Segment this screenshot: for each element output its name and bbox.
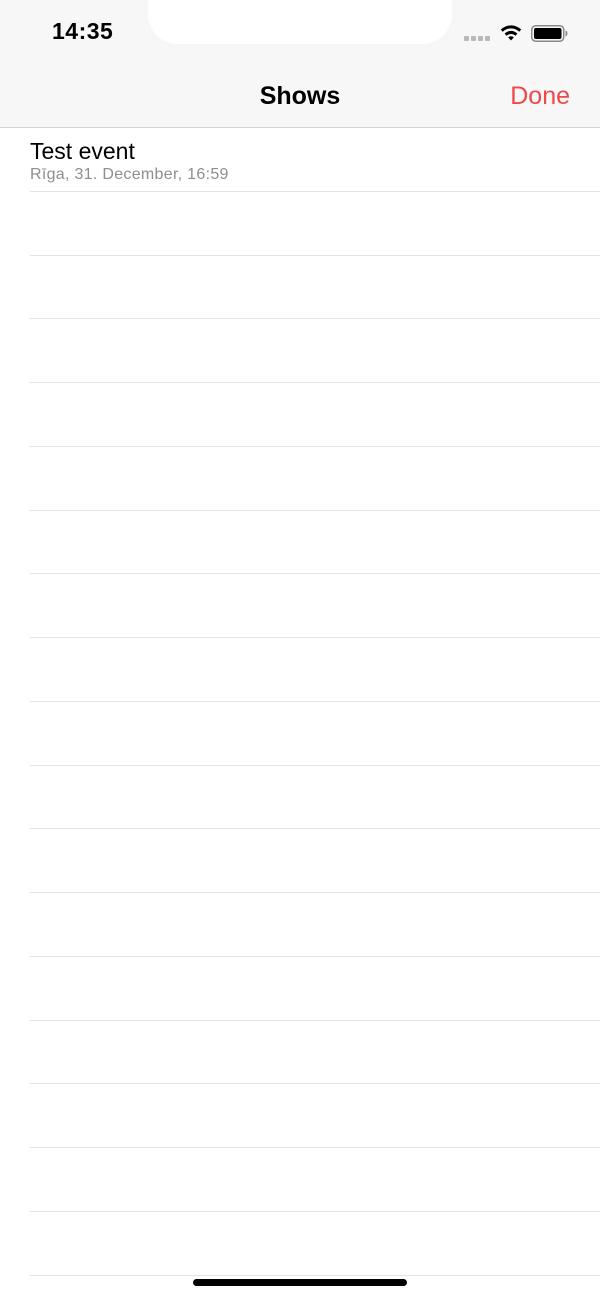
home-indicator[interactable] [193, 1279, 407, 1286]
empty-row [30, 702, 600, 766]
empty-row [30, 1021, 600, 1085]
empty-row [30, 1084, 600, 1148]
event-subtitle: Rīga, 31. December, 16:59 [30, 166, 229, 183]
empty-row [30, 893, 600, 957]
battery-icon [531, 25, 568, 42]
list-item[interactable]: Test event Rīga, 31. December, 16:59 [30, 128, 600, 192]
empty-row [30, 1148, 600, 1212]
shows-list: Test event Rīga, 31. December, 16:59 [0, 128, 600, 1276]
empty-row [30, 829, 600, 893]
signal-dots-icon [464, 36, 491, 42]
empty-row [30, 957, 600, 1021]
empty-row [30, 192, 600, 256]
status-time: 14:35 [52, 18, 114, 44]
empty-row [30, 383, 600, 447]
done-button[interactable]: Done [510, 82, 570, 111]
empty-row [30, 256, 600, 320]
event-title: Test event [30, 138, 135, 164]
empty-row [30, 574, 600, 638]
empty-row [30, 319, 600, 383]
navigation-header: 14:35 Shows Done [0, 0, 600, 128]
empty-row [30, 1212, 600, 1276]
empty-row [30, 638, 600, 702]
wifi-icon [500, 25, 522, 41]
device-notch [148, 0, 452, 44]
empty-row [30, 447, 600, 511]
empty-row [30, 511, 600, 575]
empty-row [30, 766, 600, 830]
